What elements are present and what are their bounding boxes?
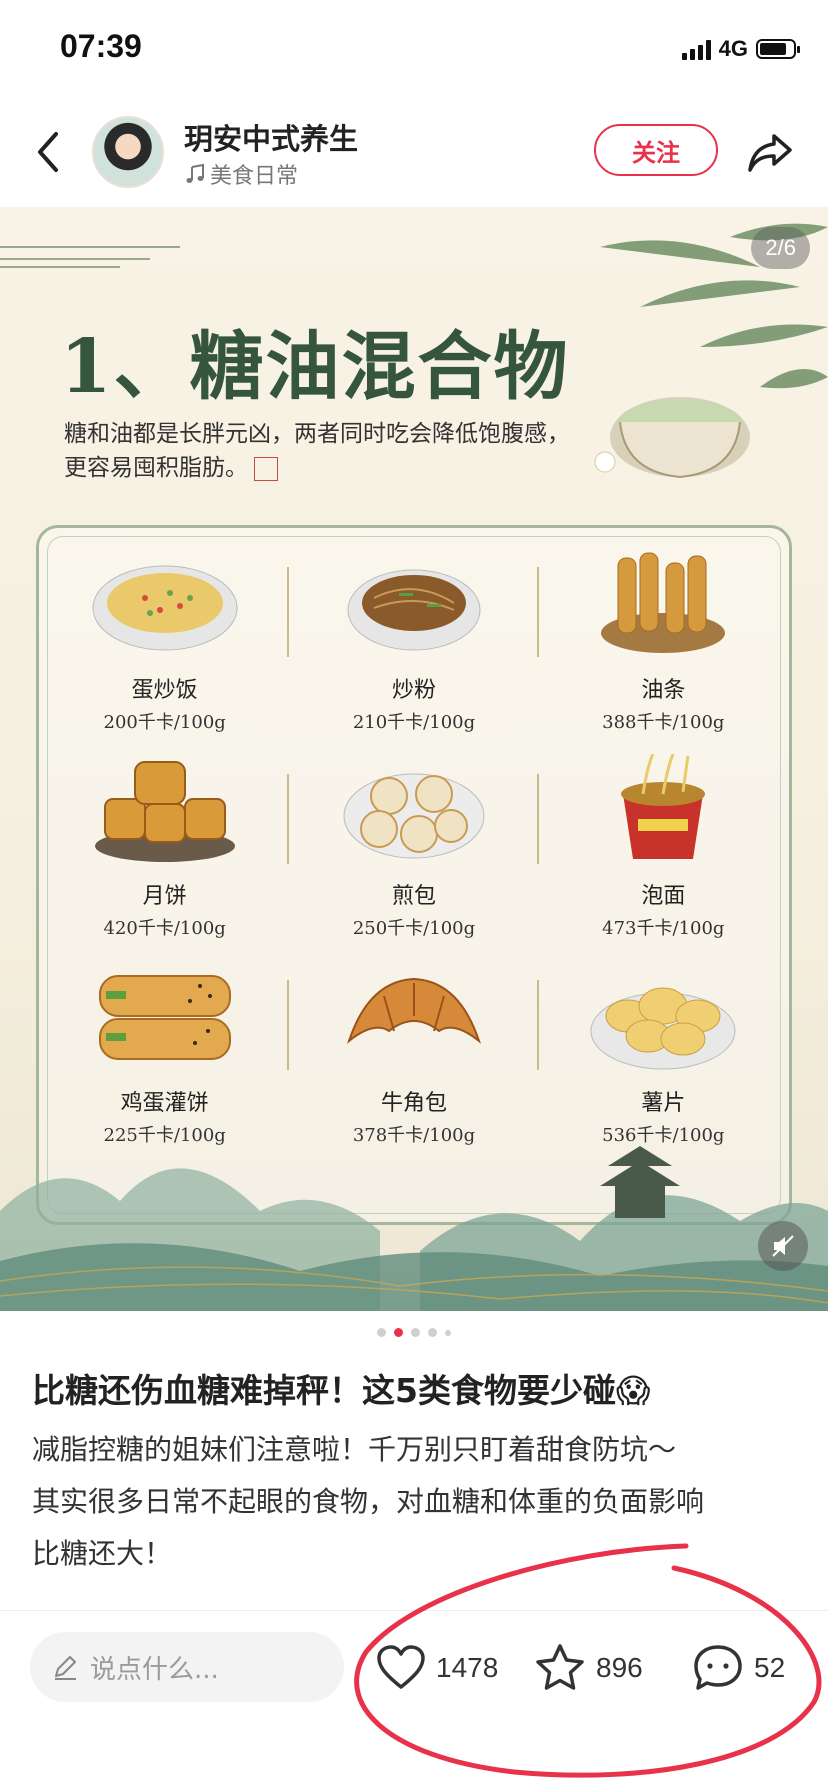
comment-placeholder: 说点什么... [90,1654,219,1685]
post-header: 玥安中式养生 美食日常 关注 [0,100,828,204]
egg-pancake-image [98,975,231,1060]
star-icon [536,1644,584,1690]
food-item: 蛋炒饭 200千卡/100g [40,537,290,744]
carousel-dot [428,1328,437,1337]
author-name[interactable]: 玥安中式养生 [184,116,358,158]
food-item: 炒粉 210千卡/100g [289,537,539,744]
like-count: 1478 [436,1652,499,1683]
post-body-line: 减脂控糖的姐妹们注意啦！千万别只盯着甜食防坑～ [32,1433,677,1466]
comment-bubble-icon [694,1645,742,1690]
food-item: 油条 388千卡/100g [539,537,788,744]
fried-noodles-image [347,569,481,651]
food-calories: 200千卡/100g [103,711,226,733]
carousel-dot [445,1329,451,1336]
like-button[interactable]: 1478 [376,1638,498,1698]
food-name: 炒粉 [391,677,436,703]
comment-button[interactable]: 52 [692,1638,785,1698]
mooncake-image [94,761,235,863]
fried-rice-image [92,565,238,651]
seal-stamp-icon [254,457,278,481]
battery-icon [756,39,800,59]
status-bar: 07:39 4G [0,0,828,100]
food-item: 泡面 473千卡/100g [539,744,788,951]
comment-count: 52 [754,1652,786,1683]
favorite-button[interactable]: 896 [534,1638,643,1698]
food-grid: 蛋炒饭 200千卡/100g 炒粉 210千卡/100g 油条 388千卡/10… [40,537,788,1157]
mute-button[interactable] [758,1221,808,1271]
food-name: 泡面 [641,884,686,910]
music-note-icon [186,163,204,183]
author-tag-label: 美食日常 [210,164,299,189]
food-name: 煎包 [391,884,436,910]
post-body-line: 其实很多日常不起眼的食物，对血糖和体重的负面影响 [32,1485,705,1518]
post-image-carousel[interactable]: 2/6 1、糖油混合物 糖和油都是长胖元凶，两者同时吃会降低饱腹感， 更容易囤积… [0,207,828,1311]
poster-desc-line-text: 更容易囤积脂肪。 [64,455,248,481]
instant-noodles-image [621,754,706,860]
mountain-landscape-decoration [0,1146,828,1311]
poster-description: 糖和油都是长胖元凶，两者同时吃会降低饱腹感， 更容易囤积脂肪。 [64,417,624,485]
food-name: 蛋炒饭 [131,677,198,703]
back-button[interactable] [28,126,72,178]
follow-button[interactable]: 关注 [594,124,718,176]
carousel-dot [377,1328,386,1337]
post-body: 减脂控糖的姐妹们注意啦！千万别只盯着甜食防坑～ 其实很多日常不起眼的食物，对血糖… [32,1424,802,1580]
author-avatar[interactable] [92,116,164,188]
food-calories: 420千卡/100g [103,918,226,940]
status-time: 07:39 [60,28,142,64]
author-tag: 美食日常 [184,158,298,190]
poster-desc-line: 更容易囤积脂肪。 [64,451,624,485]
food-name: 月饼 [142,884,187,910]
share-icon [748,134,792,172]
food-calories: 210千卡/100g [352,711,476,733]
croissant-image [346,977,482,1044]
heart-icon [377,1645,425,1689]
food-item: 月饼 420千卡/100g [40,744,290,951]
post-body-line: 比糖还大！ [32,1537,173,1570]
carousel-dot [411,1328,420,1337]
network-type: 4G [718,36,748,61]
potato-chips-image [590,987,736,1070]
bottom-divider [0,1610,828,1611]
page-indicator: 2/6 [751,227,810,269]
poster-title: 1、糖油混合物 [60,324,570,410]
youtiao-image [601,552,726,653]
share-button[interactable] [744,126,796,178]
pan-fried-bun-image [343,773,485,859]
pencil-icon [55,1656,76,1680]
chevron-left-icon [38,132,58,172]
food-name: 油条 [641,677,686,703]
carousel-dots [0,1328,828,1337]
food-item: 煎包 250千卡/100g [289,744,539,951]
carousel-dot-active [394,1328,403,1337]
favorite-count: 896 [596,1652,643,1683]
comment-input[interactable]: 说点什么... [30,1632,344,1702]
status-indicators: 4G [681,36,800,62]
food-calories: 473千卡/100g [602,918,725,940]
food-calories: 250千卡/100g [352,918,476,940]
poster-desc-line: 糖和油都是长胖元凶，两者同时吃会降低饱腹感， [64,421,570,447]
food-calories: 388千卡/100g [602,711,725,733]
signal-icon [681,38,711,60]
post-title: 比糖还伤血糖难掉秤！这5类食物要少碰😱 [32,1371,651,1410]
speaker-muted-icon [772,1235,794,1257]
